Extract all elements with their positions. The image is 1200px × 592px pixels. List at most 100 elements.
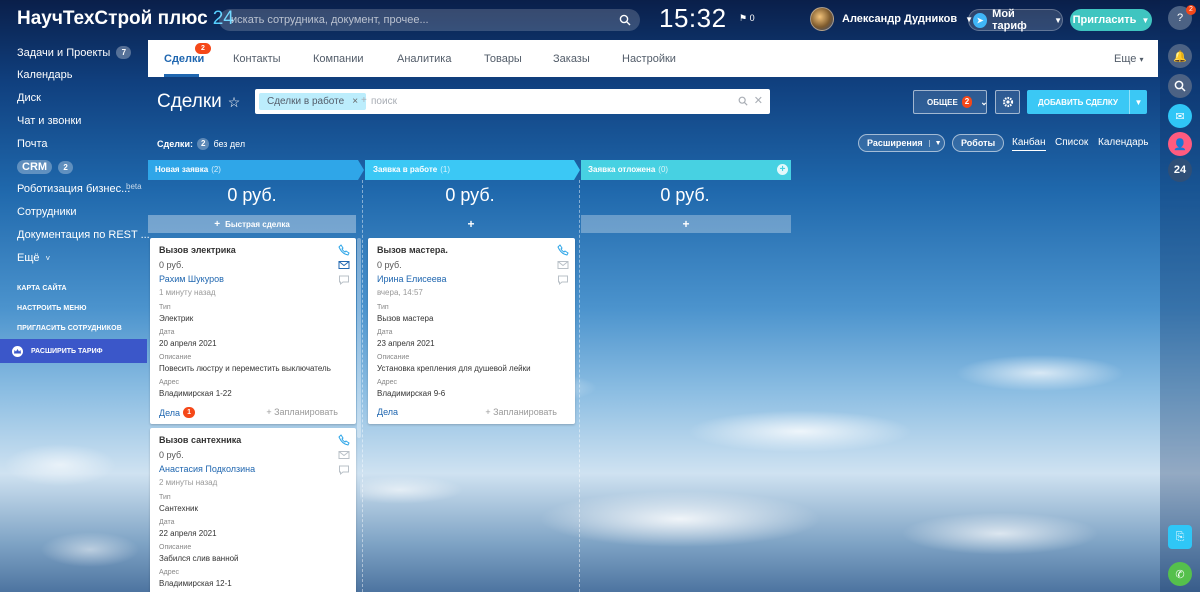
plan-activity-link[interactable]: + Запланировать: [266, 407, 338, 417]
global-search: [219, 9, 640, 31]
view-list[interactable]: Список: [1055, 137, 1088, 148]
menu-item-mail[interactable]: Почта: [17, 138, 48, 150]
tab-settings[interactable]: Настройки: [622, 53, 676, 65]
plan-activity-link[interactable]: + Запланировать: [485, 407, 557, 417]
general-pipeline-button[interactable]: ОБЩЕЕ 2 ⌄: [913, 90, 988, 114]
filter-add[interactable]: +: [361, 95, 367, 106]
add-column-icon[interactable]: +: [777, 164, 788, 175]
menu-item-crm[interactable]: CRM 2: [17, 160, 74, 174]
column-header-inwork[interactable]: Заявка в работе (1): [366, 160, 576, 179]
menu-item-calendar[interactable]: Календарь: [17, 69, 73, 81]
menu-item-label: CRM: [17, 160, 53, 174]
view-calendar[interactable]: Календарь: [1098, 137, 1148, 148]
deal-title[interactable]: Вызов электрика: [159, 245, 236, 255]
quick-deal-button[interactable]: + Быстрая сделка: [148, 215, 356, 233]
add-card-button[interactable]: +: [581, 215, 791, 233]
search-panel-button[interactable]: [1168, 74, 1192, 98]
clock[interactable]: 15:32: [659, 3, 727, 34]
menu-item-label: Задачи и Проекты: [17, 46, 111, 59]
chevron-down-icon: ▼: [1054, 15, 1062, 25]
mail-icon[interactable]: [338, 449, 350, 461]
deal-card[interactable]: Вызов мастера. 0 руб. Ирина Елисеева вче…: [368, 238, 575, 424]
global-search-input[interactable]: [231, 9, 611, 31]
close-icon[interactable]: ×: [352, 96, 358, 107]
flag-counter[interactable]: ⚑ 0: [739, 13, 755, 24]
extensions-button[interactable]: Расширения ▼: [858, 134, 945, 152]
deal-sum: 0 руб.: [377, 260, 402, 270]
timeman-button[interactable]: ⎘: [1168, 525, 1192, 549]
chat-icon[interactable]: [338, 274, 350, 286]
column-header-new[interactable]: Новая заявка (2): [148, 160, 358, 179]
chat-icon[interactable]: [338, 464, 350, 476]
deal-card[interactable]: Вызов электрика 0 руб. Рахим Шукуров 1 м…: [150, 238, 356, 424]
user-menu[interactable]: Александр Дудников ▼: [810, 6, 973, 32]
column-header-postponed[interactable]: Заявка отложена (0): [581, 160, 791, 179]
configure-menu-link[interactable]: НАСТРОИТЬ МЕНЮ: [17, 305, 87, 312]
clear-filter-icon[interactable]: ✕: [754, 94, 763, 107]
tab-orders[interactable]: Заказы: [553, 53, 590, 65]
deal-title[interactable]: Вызов мастера.: [377, 245, 448, 255]
add-deal-button[interactable]: ДОБАВИТЬ СДЕЛКУ ▼: [1027, 90, 1147, 114]
tab-more[interactable]: Еще ▾: [1114, 53, 1143, 65]
menu-item-chat[interactable]: Чат и звонки: [17, 115, 81, 127]
chevron-down-icon: ▾: [1139, 55, 1144, 64]
top-bar: НаучТехСтрой плюс24 15:32 ⚑ 0 Александр …: [0, 0, 1160, 38]
deal-contact[interactable]: Рахим Шукуров: [159, 274, 224, 284]
filter-search-input[interactable]: [371, 93, 731, 110]
phone-button[interactable]: ✆: [1168, 562, 1192, 586]
menu-item-label: Документация по REST ...: [17, 229, 150, 241]
mail-icon[interactable]: [338, 259, 350, 271]
field-value: Забился слив ванной: [159, 554, 239, 563]
bitrix24-counter[interactable]: 24: [1168, 158, 1192, 182]
field-label: Адрес: [377, 379, 398, 386]
chevron-down-icon[interactable]: ▼: [1129, 90, 1147, 114]
tab-contacts[interactable]: Контакты: [233, 53, 281, 65]
menu-item-label: Сотрудники: [17, 206, 77, 218]
deal-activities[interactable]: Дела: [377, 407, 398, 417]
deal-contact[interactable]: Анастасия Подколзина: [159, 464, 255, 474]
contact-avatar-button[interactable]: 👤: [1168, 132, 1192, 156]
upgrade-tariff-button[interactable]: РАСШИРИТЬ ТАРИФ: [0, 339, 147, 363]
phone-icon[interactable]: [338, 244, 350, 256]
menu-item-disk[interactable]: Диск: [17, 92, 41, 104]
deal-card[interactable]: Вызов сантехника 0 руб. Анастасия Подкол…: [150, 428, 356, 592]
deal-activities[interactable]: Дела 1: [159, 407, 195, 418]
app-logo[interactable]: НаучТехСтрой плюс 24: [17, 8, 234, 30]
robots-button[interactable]: Роботы: [952, 134, 1005, 152]
add-card-button[interactable]: +: [366, 215, 576, 233]
column-scrollbar[interactable]: [357, 238, 361, 438]
deals-summary-count[interactable]: 2: [196, 138, 210, 150]
field-value: Сантехник: [159, 504, 198, 513]
search-icon[interactable]: [738, 96, 748, 106]
notifications-button[interactable]: 🔔: [1168, 44, 1192, 68]
invite-employees-link[interactable]: ПРИГЛАСИТЬ СОТРУДНИКОВ: [17, 325, 122, 332]
menu-item-rest-docs[interactable]: Документация по REST ...: [17, 229, 150, 241]
my-tariff-button[interactable]: ➤ Мой тариф ▼: [968, 8, 1063, 32]
tab-products[interactable]: Товары: [484, 53, 522, 65]
menu-item-robotization[interactable]: Роботизация бизнес...: [17, 183, 130, 195]
search-icon[interactable]: [619, 14, 631, 26]
message-button[interactable]: ✉: [1168, 104, 1192, 128]
menu-item-employees[interactable]: Сотрудники: [17, 206, 77, 218]
deal-time: вчера, 14:57: [377, 288, 423, 297]
view-kanban[interactable]: Канбан: [1012, 137, 1046, 151]
deal-title[interactable]: Вызов сантехника: [159, 435, 241, 445]
star-icon[interactable]: ☆: [228, 94, 241, 111]
menu-item-tasks[interactable]: Задачи и Проекты 7: [17, 46, 132, 59]
mail-icon[interactable]: [557, 259, 569, 271]
invite-button[interactable]: Пригласить ▼: [1070, 9, 1152, 31]
chat-icon[interactable]: [557, 274, 569, 286]
menu-item-more[interactable]: Ещё ˅: [17, 252, 50, 264]
help-badge: 2: [1186, 5, 1196, 15]
phone-icon[interactable]: [338, 434, 350, 446]
tab-companies[interactable]: Компании: [313, 53, 364, 65]
tab-analytics[interactable]: Аналитика: [397, 53, 451, 65]
right-panel: ? 2 🔔 ✉ 👤 24 ⎘ ✆: [1160, 0, 1200, 592]
filter-chip[interactable]: Сделки в работе ×: [259, 93, 367, 110]
tab-deals[interactable]: Сделки: [164, 53, 204, 65]
gear-icon: [1002, 96, 1013, 108]
deal-contact[interactable]: Ирина Елисеева: [377, 274, 446, 284]
sitemap-link[interactable]: КАРТА САЙТА: [17, 285, 67, 292]
phone-icon[interactable]: [557, 244, 569, 256]
settings-button[interactable]: [995, 90, 1020, 114]
